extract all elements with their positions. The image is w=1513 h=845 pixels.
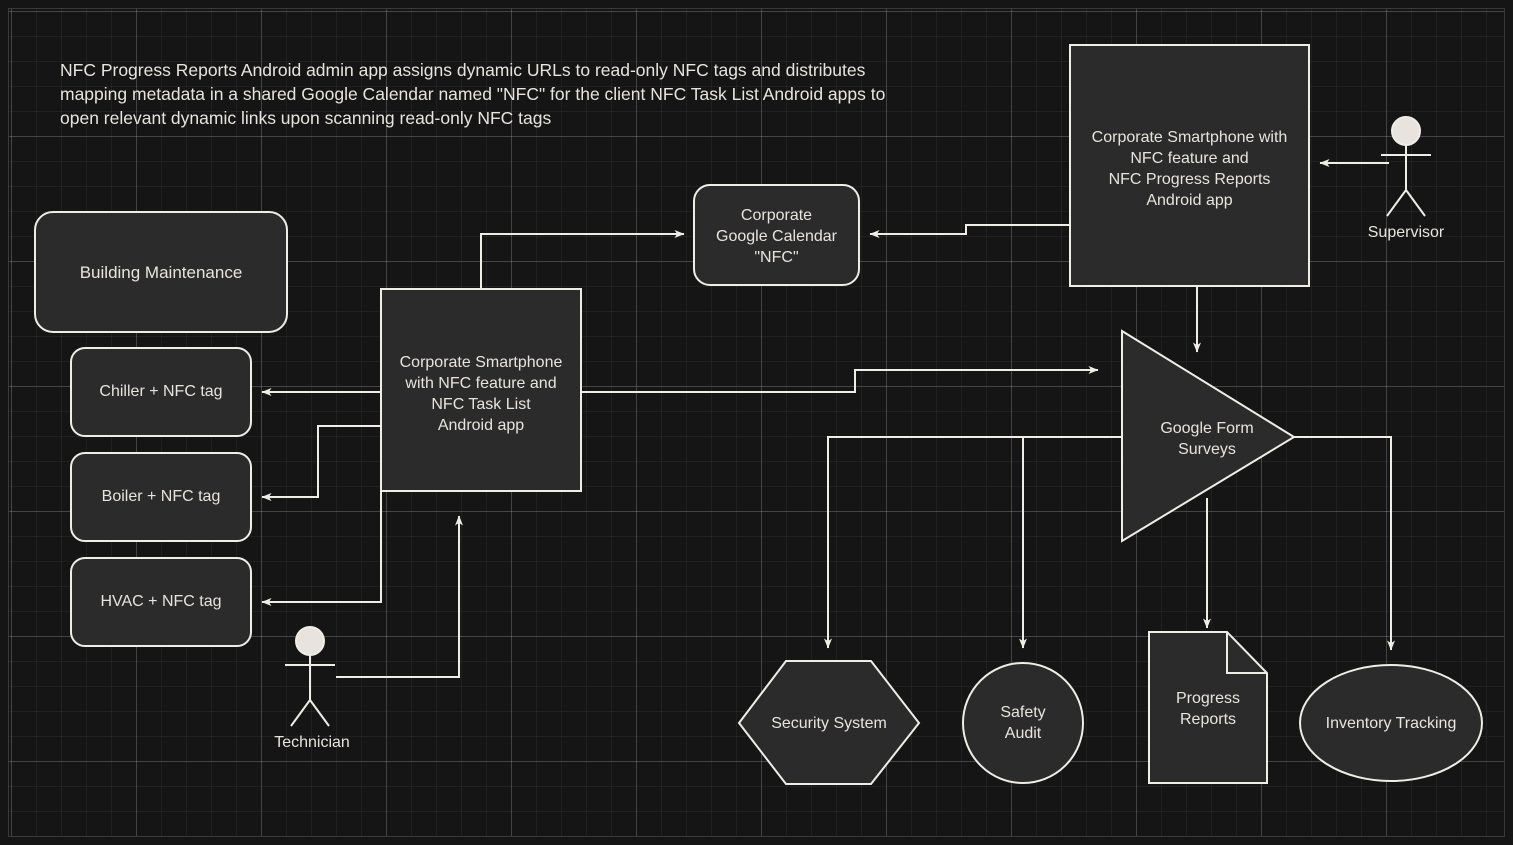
node-hvac[interactable] — [70, 557, 252, 647]
node-boiler[interactable] — [70, 452, 252, 542]
edge-phone-to-calendar — [480, 230, 685, 289]
node-chiller[interactable] — [70, 347, 252, 437]
node-safety-audit[interactable] — [962, 662, 1084, 784]
edge-phone-to-surveys — [581, 366, 1099, 393]
edge-surveys-to-security — [824, 436, 1122, 649]
diagram-canvas: NFC Progress Reports Android admin app a… — [0, 0, 1513, 845]
node-inventory-tracking[interactable] — [1299, 664, 1483, 782]
actor-label-supervisor: Supervisor — [1367, 224, 1445, 241]
node-progress-reports[interactable] — [1148, 631, 1268, 784]
node-admin-phone[interactable] — [1069, 44, 1310, 287]
node-security-system[interactable] — [737, 660, 921, 785]
edge-admin-phone-to-calendar — [869, 224, 1070, 238]
node-task-list-phone[interactable] — [380, 288, 582, 492]
node-google-calendar[interactable] — [693, 184, 860, 286]
edge-phone-to-hvac — [261, 492, 382, 606]
diagram-title: NFC Progress Reports Android admin app a… — [60, 60, 886, 129]
edge-surveys-to-inventory — [1293, 436, 1395, 651]
edge-technician-to-phone — [336, 515, 463, 678]
node-building-maintenance[interactable] — [34, 211, 288, 333]
actor-label-technician: Technician — [274, 734, 350, 751]
actor-technician[interactable] — [285, 626, 335, 727]
actor-supervisor[interactable] — [1381, 116, 1431, 217]
edge-phone-to-boiler — [261, 425, 381, 501]
edge-surveys-to-safety-audit — [1019, 436, 1122, 649]
